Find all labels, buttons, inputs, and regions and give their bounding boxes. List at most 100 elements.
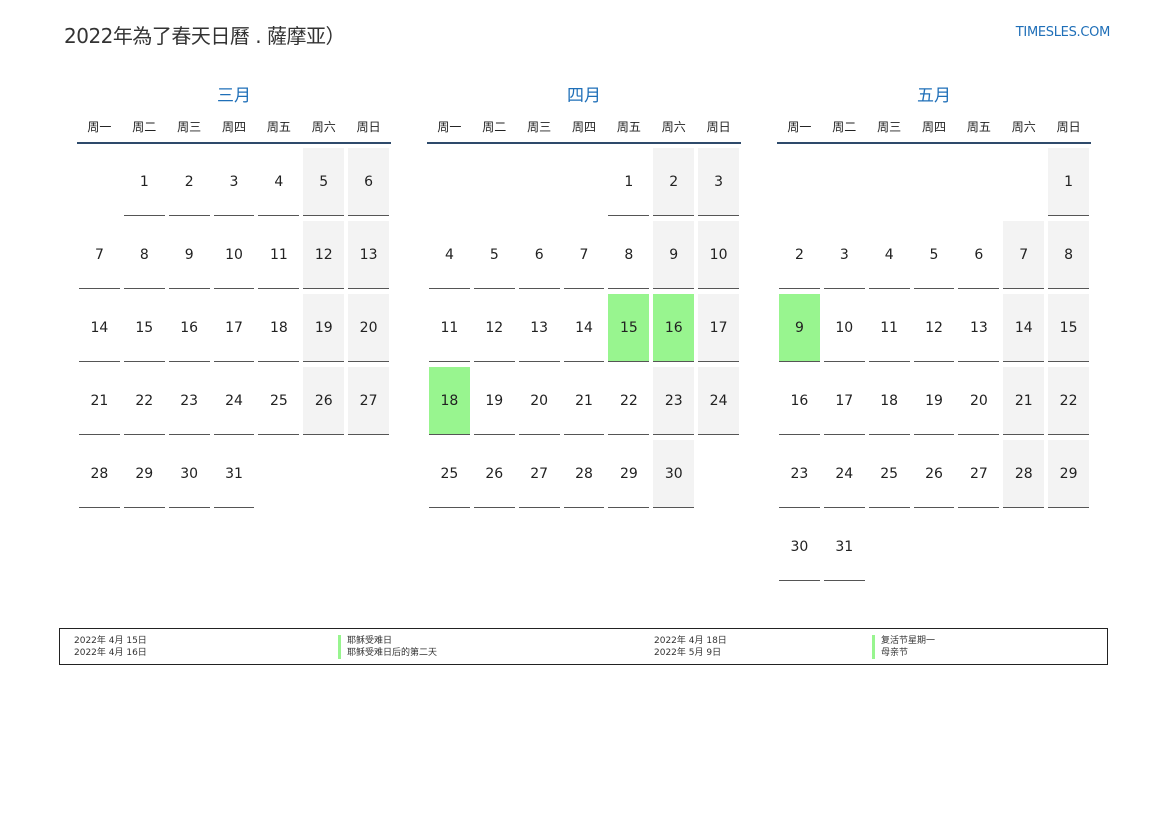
legend-date: 2022年 4月 15日 bbox=[74, 636, 147, 646]
day-cell-empty bbox=[474, 148, 515, 216]
day-cell: 18 bbox=[868, 367, 910, 435]
weekday-label: 周日 bbox=[706, 120, 731, 134]
day-cell: 8 bbox=[123, 221, 165, 289]
day-cell: 13 bbox=[958, 294, 1000, 362]
day-cell: 1 bbox=[608, 148, 650, 216]
week-row: 18 19 20 21 22 23 24 bbox=[427, 367, 741, 440]
day-cell: 23 bbox=[653, 367, 695, 435]
month-calendar: 三月 周一 周二 周三 周四 周五 周六 周日 1 2 3 4 5 6 7 8 9 10 11 12 13 14 15 16 1… bbox=[77, 84, 391, 513]
legend-date: 2022年 5月 9日 bbox=[654, 648, 722, 658]
weekday-label: 周三 bbox=[527, 120, 552, 134]
day-cell: 22 bbox=[123, 367, 165, 435]
legend-date: 2022年 4月 16日 bbox=[74, 648, 147, 658]
day-cell: 28 bbox=[79, 440, 120, 508]
day-cell: 24 bbox=[698, 367, 740, 435]
holiday-legend: 2022年 4月 15日 2022年 4月 16日 耶稣受难日 耶稣受难日后的第… bbox=[59, 628, 1108, 665]
day-cell: 7 bbox=[563, 221, 605, 289]
month-calendar: 五月 周一 周二 周三 周四 周五 周六 周日 1 2 3 4 5 6 7 8 9 10 11 12 13 14 15 16 1… bbox=[777, 84, 1091, 586]
day-cell: 31 bbox=[823, 513, 865, 581]
day-cell: 22 bbox=[1048, 367, 1090, 435]
day-cell: 27 bbox=[348, 367, 390, 435]
weekday-label: 周一 bbox=[437, 120, 462, 134]
day-cell: 21 bbox=[563, 367, 605, 435]
month-title: 四月 bbox=[567, 86, 601, 106]
weekday-label: 周二 bbox=[832, 120, 857, 134]
month-title: 三月 bbox=[217, 86, 251, 106]
day-cell: 9 bbox=[168, 221, 210, 289]
weekday-label: 周一 bbox=[787, 120, 812, 134]
day-cell: 29 bbox=[123, 440, 165, 508]
day-cell: 19 bbox=[473, 367, 515, 435]
weekday-label: 周六 bbox=[311, 120, 336, 134]
day-cell: 21 bbox=[1003, 367, 1045, 435]
day-cell: 26 bbox=[303, 367, 345, 435]
day-cell: 20 bbox=[348, 294, 390, 362]
week-row: 11 12 13 14 15 16 17 bbox=[427, 294, 741, 367]
holiday-day-cell: 9 bbox=[779, 294, 820, 362]
day-cell: 27 bbox=[958, 440, 1000, 508]
legend-holiday-name: 耶稣受难日后的第二天 bbox=[338, 647, 437, 659]
day-cell: 22 bbox=[608, 367, 650, 435]
day-cell: 4 bbox=[429, 221, 470, 289]
day-cell-empty bbox=[564, 148, 605, 216]
day-cell: 24 bbox=[823, 440, 865, 508]
day-cell: 4 bbox=[258, 148, 300, 216]
weekday-label: 周四 bbox=[572, 120, 597, 134]
day-cell: 5 bbox=[473, 221, 515, 289]
day-cell: 19 bbox=[913, 367, 955, 435]
holiday-day-cell: 18 bbox=[429, 367, 470, 435]
day-cell: 20 bbox=[518, 367, 560, 435]
day-cell: 8 bbox=[1048, 221, 1090, 289]
day-cell: 3 bbox=[823, 221, 865, 289]
week-row: 23 24 25 26 27 28 29 bbox=[777, 440, 1091, 513]
day-cell: 6 bbox=[958, 221, 1000, 289]
day-cell: 17 bbox=[698, 294, 740, 362]
day-cell: 13 bbox=[348, 221, 390, 289]
weekday-label: 周日 bbox=[1056, 120, 1081, 134]
day-cell: 10 bbox=[823, 294, 865, 362]
day-cell: 30 bbox=[779, 513, 820, 581]
day-cell: 30 bbox=[653, 440, 695, 508]
day-cell: 23 bbox=[168, 367, 210, 435]
day-cell: 27 bbox=[518, 440, 560, 508]
day-cell: 28 bbox=[563, 440, 605, 508]
month-title: 五月 bbox=[917, 86, 951, 106]
weekday-label: 周五 bbox=[616, 120, 641, 134]
day-cell: 20 bbox=[958, 367, 1000, 435]
day-cell-empty bbox=[519, 148, 560, 216]
day-cell-empty bbox=[429, 148, 470, 216]
week-row: 123456 bbox=[77, 148, 391, 221]
day-cell: 11 bbox=[429, 294, 470, 362]
day-cell: 23 bbox=[779, 440, 820, 508]
day-cell-empty bbox=[958, 513, 999, 581]
day-cell: 10 bbox=[213, 221, 255, 289]
site-link[interactable]: TIMESLES.COM bbox=[1016, 25, 1111, 40]
legend-holiday-name: 复活节星期一 bbox=[872, 635, 935, 647]
weekday-label: 周六 bbox=[1011, 120, 1036, 134]
day-cell: 6 bbox=[348, 148, 390, 216]
holiday-day-cell: 16 bbox=[653, 294, 695, 362]
day-cell: 12 bbox=[303, 221, 345, 289]
weekday-label: 周日 bbox=[356, 120, 381, 134]
week-row: 4 5 6 7 8 9 10 bbox=[427, 221, 741, 294]
day-cell: 8 bbox=[608, 221, 650, 289]
day-cell: 25 bbox=[429, 440, 470, 508]
day-cell: 1 bbox=[123, 148, 165, 216]
day-cell: 12 bbox=[913, 294, 955, 362]
day-cell-empty bbox=[914, 513, 955, 581]
weekday-label: 周二 bbox=[132, 120, 157, 134]
week-row: 25 26 27 28 29 30 bbox=[427, 440, 741, 513]
day-cell: 24 bbox=[213, 367, 255, 435]
day-cell: 29 bbox=[1048, 440, 1090, 508]
week-row: 30 31 bbox=[777, 513, 1091, 586]
legend-holiday-name: 母亲节 bbox=[872, 647, 935, 659]
day-cell-empty bbox=[698, 440, 739, 508]
legend-dates-col1: 2022年 4月 15日 2022年 4月 16日 bbox=[74, 635, 147, 659]
week-row: 1 bbox=[777, 148, 1091, 221]
week-row: 9 10 11 12 13 14 15 bbox=[777, 294, 1091, 367]
day-cell: 12 bbox=[473, 294, 515, 362]
day-cell: 4 bbox=[868, 221, 910, 289]
day-cell-empty bbox=[869, 148, 910, 216]
day-cell: 16 bbox=[168, 294, 210, 362]
day-cell: 17 bbox=[213, 294, 255, 362]
